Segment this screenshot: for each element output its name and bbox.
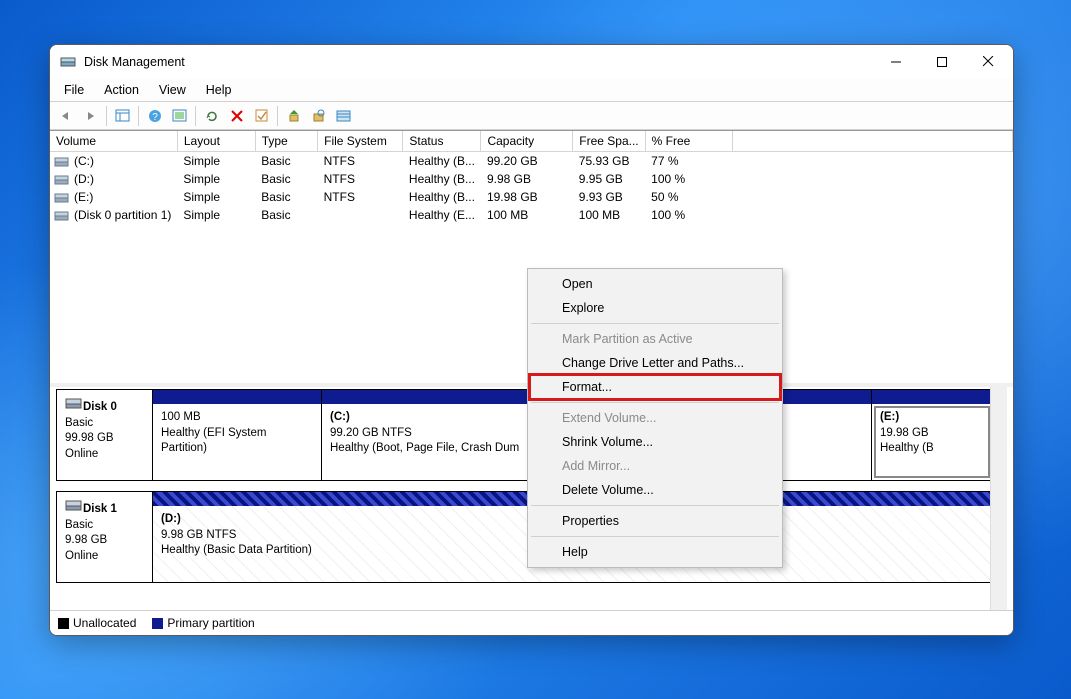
- ctx-explore[interactable]: Explore: [530, 296, 780, 320]
- legend-unallocated: Unallocated: [58, 616, 136, 630]
- partition-band: [153, 390, 321, 404]
- volume-table: VolumeLayoutTypeFile SystemStatusCapacit…: [50, 131, 1013, 224]
- column-header[interactable]: Status: [403, 131, 481, 152]
- check-button[interactable]: [250, 105, 273, 127]
- partition-body: 100 MBHealthy (EFI System Partition): [153, 404, 321, 480]
- ctx-shrink[interactable]: Shrink Volume...: [530, 430, 780, 454]
- ctx-properties[interactable]: Properties: [530, 509, 780, 533]
- volume-icon: [54, 174, 70, 186]
- ctx-add-mirror: Add Mirror...: [530, 454, 780, 478]
- volume-row[interactable]: (E:)SimpleBasicNTFSHealthy (B...19.98 GB…: [50, 188, 1013, 206]
- refresh-button[interactable]: [200, 105, 223, 127]
- partition-body: (E:)19.98 GBHealthy (B: [872, 404, 992, 480]
- partition[interactable]: (E:)19.98 GBHealthy (B: [872, 390, 992, 480]
- volume-row[interactable]: (Disk 0 partition 1)SimpleBasicHealthy (…: [50, 206, 1013, 224]
- ctx-mark-active: Mark Partition as Active: [530, 327, 780, 351]
- volume-row[interactable]: (C:)SimpleBasicNTFSHealthy (B...99.20 GB…: [50, 152, 1013, 171]
- column-header[interactable]: Free Spa...: [573, 131, 645, 152]
- disk-header[interactable]: Disk 1Basic9.98 GBOnline: [57, 492, 153, 582]
- search-button[interactable]: [307, 105, 330, 127]
- menubar: File Action View Help: [50, 78, 1013, 102]
- ctx-extend: Extend Volume...: [530, 406, 780, 430]
- volume-icon: [54, 210, 70, 222]
- ctx-format[interactable]: Format...: [530, 375, 780, 399]
- menu-view[interactable]: View: [149, 80, 196, 100]
- volume-row[interactable]: (D:)SimpleBasicNTFSHealthy (B...9.98 GB9…: [50, 170, 1013, 188]
- disk-icon: [65, 396, 83, 410]
- back-button[interactable]: [54, 105, 77, 127]
- volume-icon: [54, 156, 70, 168]
- column-header[interactable]: Capacity: [481, 131, 573, 152]
- delete-button[interactable]: [225, 105, 248, 127]
- legend-primary: Primary partition: [152, 616, 254, 630]
- toolbar: ?: [50, 102, 1013, 130]
- partition-band: [872, 390, 992, 404]
- maximize-button[interactable]: [919, 47, 965, 77]
- help-button[interactable]: ?: [143, 105, 166, 127]
- window-title: Disk Management: [84, 55, 873, 69]
- column-header[interactable]: Volume: [50, 131, 177, 152]
- menu-action[interactable]: Action: [94, 80, 149, 100]
- minimize-button[interactable]: [873, 47, 919, 77]
- column-header[interactable]: Layout: [177, 131, 255, 152]
- column-header[interactable]: % Free: [645, 131, 732, 152]
- column-header[interactable]: Type: [255, 131, 317, 152]
- menu-help[interactable]: Help: [196, 80, 242, 100]
- disk-header[interactable]: Disk 0Basic99.98 GBOnline: [57, 390, 153, 480]
- scrollbar[interactable]: [990, 387, 1007, 610]
- legend: Unallocated Primary partition: [50, 610, 1013, 635]
- svg-text:?: ?: [152, 112, 158, 123]
- app-icon: [60, 54, 76, 70]
- forward-button[interactable]: [79, 105, 102, 127]
- disk-icon: [65, 498, 83, 512]
- ctx-change-letter[interactable]: Change Drive Letter and Paths...: [530, 351, 780, 375]
- show-hide-button[interactable]: [111, 105, 134, 127]
- ctx-open[interactable]: Open: [530, 272, 780, 296]
- close-button[interactable]: [965, 47, 1011, 77]
- column-header[interactable]: File System: [318, 131, 403, 152]
- ctx-help[interactable]: Help: [530, 540, 780, 564]
- titlebar: Disk Management: [50, 45, 1013, 78]
- volume-icon: [54, 192, 70, 204]
- ctx-delete[interactable]: Delete Volume...: [530, 478, 780, 502]
- context-menu: Open Explore Mark Partition as Active Ch…: [527, 268, 783, 568]
- partition[interactable]: 100 MBHealthy (EFI System Partition): [153, 390, 322, 480]
- up-button[interactable]: [282, 105, 305, 127]
- settings-button[interactable]: [168, 105, 191, 127]
- list-button[interactable]: [332, 105, 355, 127]
- menu-file[interactable]: File: [54, 80, 94, 100]
